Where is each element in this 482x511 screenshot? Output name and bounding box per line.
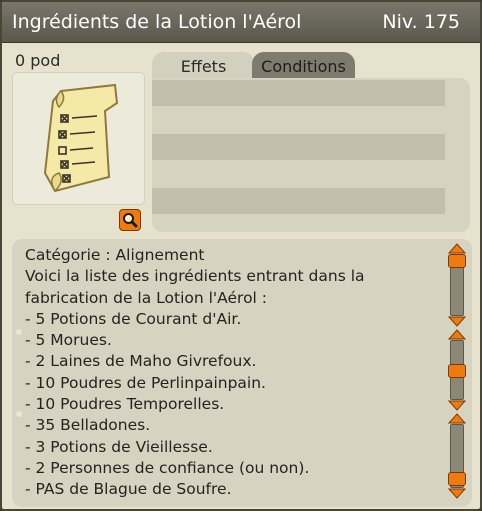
description-line: fabrication de la Lotion l'Aérol : xyxy=(25,288,268,307)
description-line: - 3 Potions de Vieillesse. xyxy=(25,437,213,456)
description-line: - 10 Poudres Temporelles. xyxy=(25,395,225,414)
scroll-down-icon[interactable] xyxy=(447,316,467,328)
scroll-thumb[interactable] xyxy=(448,364,466,378)
description-scrollbar[interactable] xyxy=(445,412,469,500)
tab-conditions[interactable]: Conditions xyxy=(252,52,355,80)
zoom-button[interactable] xyxy=(119,209,141,231)
tab-effets[interactable]: Effets xyxy=(152,52,255,80)
description-line: - 5 Morues. xyxy=(25,331,112,350)
item-title: Ingrédients de la Lotion l'Aérol xyxy=(12,11,302,33)
item-image-frame xyxy=(12,72,145,205)
magnifier-icon xyxy=(123,213,138,228)
effect-row xyxy=(152,80,445,106)
title-bar[interactable]: Ingrédients de la Lotion l'Aérol Niv. 17… xyxy=(2,2,480,43)
scroll-thumb[interactable] xyxy=(448,472,466,486)
description-line: - 35 Belladones. xyxy=(25,416,151,435)
description-line: Catégorie : Alignement xyxy=(25,246,205,264)
scroll-down-icon[interactable] xyxy=(447,400,467,412)
description-line: Voici la liste des ingrédients entrant d… xyxy=(25,267,365,286)
recipe-scroll-icon xyxy=(43,83,119,193)
description-line: - PAS de Blague de Soufre. xyxy=(25,480,232,499)
scroll-up-icon[interactable] xyxy=(447,242,467,254)
scroll-down-icon[interactable] xyxy=(447,488,467,500)
description-scrollbar[interactable] xyxy=(445,328,469,412)
effect-row xyxy=(152,134,445,160)
description-text: Catégorie : Alignement Voici la liste de… xyxy=(25,245,435,501)
effects-panel xyxy=(152,78,470,232)
description-line: - 10 Poudres de Perlinpainpain. xyxy=(25,373,266,392)
item-details-window: Ingrédients de la Lotion l'Aérol Niv. 17… xyxy=(0,0,482,511)
scroll-up-icon[interactable] xyxy=(447,412,467,424)
description-line: - 2 Laines de Maho Givrefoux. xyxy=(25,352,257,371)
scroll-up-icon[interactable] xyxy=(447,328,467,340)
separator-dot xyxy=(16,329,22,335)
separator-dot xyxy=(16,411,22,417)
item-level: Niv. 175 xyxy=(382,11,460,33)
item-weight: 0 pod xyxy=(15,51,61,70)
description-line: - 2 Personnes de confiance (ou non). xyxy=(25,458,310,477)
description-panel: Catégorie : Alignement Voici la liste de… xyxy=(12,239,472,507)
scroll-thumb[interactable] xyxy=(448,254,466,268)
description-line: - 5 Potions de Courant d'Air. xyxy=(25,309,242,328)
description-scrollbar[interactable] xyxy=(445,242,469,328)
effect-row xyxy=(152,188,445,214)
